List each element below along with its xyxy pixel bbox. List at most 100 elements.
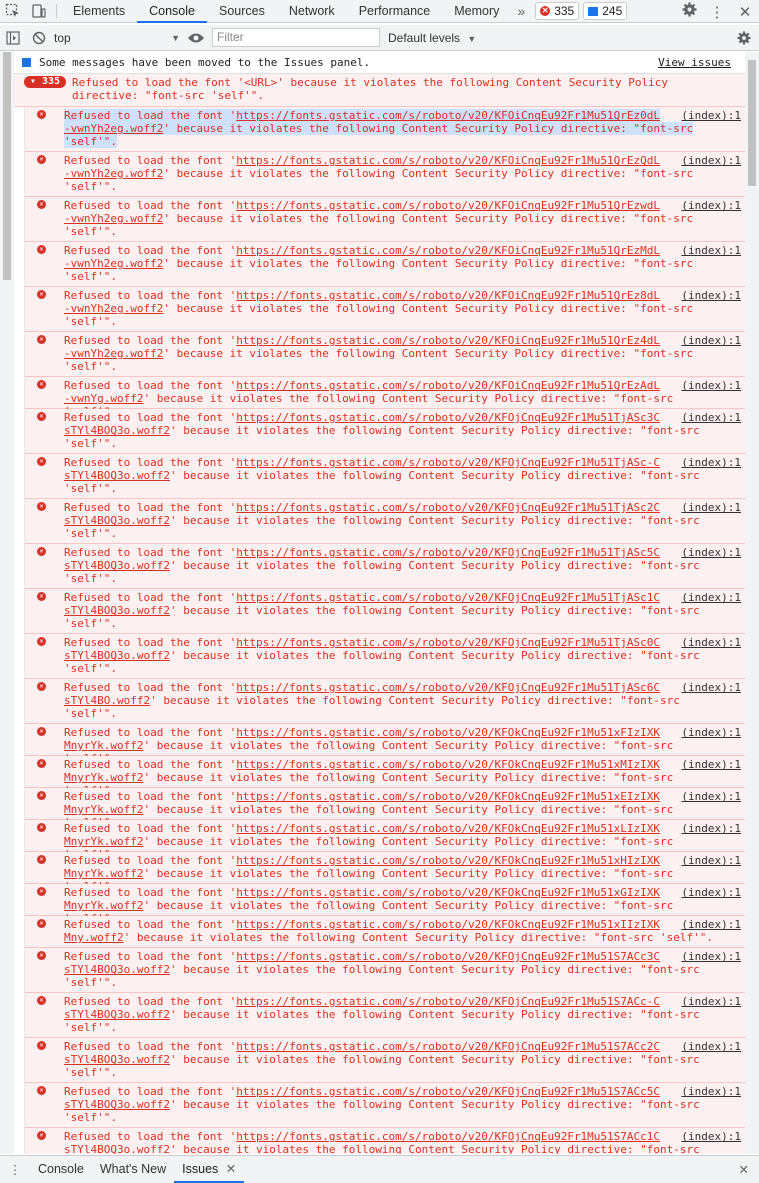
font-url-link-cont[interactable]: -vwnYg.woff2 (64, 392, 143, 405)
font-url-link-cont[interactable]: sTYl4BOQ3o.woff2 (64, 514, 170, 527)
font-url-link[interactable]: https://fonts.gstatic.com/s/roboto/v20/K… (236, 950, 660, 963)
right-scrollbar-thumb[interactable] (748, 60, 756, 186)
font-url-link-cont[interactable]: sTYl4BOQ3o.woff2 (64, 604, 170, 617)
source-link[interactable]: (index):1 (681, 244, 741, 257)
font-url-link-cont[interactable]: sTYl4BOQ3o.woff2 (64, 1008, 170, 1021)
font-url-link[interactable]: https://fonts.gstatic.com/s/roboto/v20/K… (236, 244, 660, 257)
tab-sources[interactable]: Sources (207, 0, 277, 23)
font-url-link-cont[interactable]: MnyrYk.woff2 (64, 739, 143, 752)
source-link[interactable]: (index):1 (681, 636, 741, 649)
left-scrollbar[interactable] (0, 52, 14, 1154)
font-url-link-cont[interactable]: sTYl4BO.woff2 (64, 694, 150, 707)
font-url-link[interactable]: https://fonts.gstatic.com/s/roboto/v20/K… (236, 726, 660, 739)
font-url-link[interactable]: https://fonts.gstatic.com/s/roboto/v20/K… (236, 334, 660, 347)
source-link[interactable]: (index):1 (681, 995, 741, 1008)
font-url-link[interactable]: https://fonts.gstatic.com/s/roboto/v20/K… (236, 995, 660, 1008)
font-url-link[interactable]: https://fonts.gstatic.com/s/roboto/v20/K… (236, 591, 660, 604)
kebab-menu-icon[interactable]: ⋮ (703, 3, 731, 21)
console-error-row[interactable]: ✕ (index):1 Refused to load the font 'http… (24, 409, 745, 454)
settings-gear-icon[interactable] (675, 2, 703, 21)
source-link[interactable]: (index):1 (681, 154, 741, 167)
console-error-row[interactable]: ✕ (index):1 Refused to load the font 'http… (24, 916, 745, 948)
font-url-link-cont[interactable]: sTYl4BOQ3o.woff2 (64, 469, 170, 482)
source-link[interactable]: (index):1 (681, 758, 741, 771)
console-error-row[interactable]: ✕ (index):1 Refused to load the font 'http… (24, 107, 745, 152)
console-error-row[interactable]: ✕ (index):1 Refused to load the font 'http… (24, 724, 745, 765)
font-url-link[interactable]: https://fonts.gstatic.com/s/roboto/v20/K… (236, 636, 660, 649)
source-link[interactable]: (index):1 (681, 334, 741, 347)
console-error-row[interactable]: ✕ (index):1 Refused to load the font 'http… (24, 948, 745, 993)
console-error-row[interactable]: ✕ (index):1 Refused to load the font 'http… (24, 788, 745, 829)
font-url-link[interactable]: https://fonts.gstatic.com/s/roboto/v20/K… (236, 1130, 660, 1143)
log-levels-dropdown[interactable]: Default levels ▼ (388, 31, 476, 45)
console-error-row[interactable]: ✕ (index):1 Refused to load the font 'http… (24, 242, 745, 287)
font-url-link-cont[interactable]: sTYl4BOQ3o.woff2 (64, 963, 170, 976)
source-link[interactable]: (index):1 (681, 109, 741, 122)
font-url-link-cont[interactable]: MnyrYk.woff2 (64, 803, 143, 816)
console-error-row[interactable]: ✕ (index):1 Refused to load the font 'http… (24, 679, 745, 724)
console-error-row[interactable]: ✕ (index):1 Refused to load the font 'http… (24, 820, 745, 861)
inspect-element-icon[interactable] (0, 0, 26, 23)
clear-console-icon[interactable] (26, 25, 52, 51)
source-link[interactable]: (index):1 (681, 681, 741, 694)
source-link[interactable]: (index):1 (681, 411, 741, 424)
source-link[interactable]: (index):1 (681, 886, 741, 899)
source-link[interactable]: (index):1 (681, 854, 741, 867)
console-error-row[interactable]: ✕ (index):1 Refused to load the font 'http… (24, 1083, 745, 1128)
source-link[interactable]: (index):1 (681, 822, 741, 835)
source-link[interactable]: (index):1 (681, 1040, 741, 1053)
font-url-link[interactable]: https://fonts.gstatic.com/s/roboto/v20/K… (236, 1085, 660, 1098)
tab-memory[interactable]: Memory (442, 0, 511, 23)
font-url-link-cont[interactable]: -vwnYh2eg.woff2 (64, 257, 163, 270)
context-selector[interactable]: top ▼ (52, 28, 184, 48)
console-error-row[interactable]: ✕ (index):1 Refused to load the font 'http… (24, 634, 745, 679)
font-url-link[interactable]: https://fonts.gstatic.com/s/roboto/v20/K… (236, 758, 660, 771)
tab-performance[interactable]: Performance (347, 0, 443, 23)
font-url-link[interactable]: https://fonts.gstatic.com/s/roboto/v20/K… (236, 199, 660, 212)
console-error-row[interactable]: ✕ (index):1 Refused to load the font 'http… (24, 884, 745, 925)
drawer-tab-issues[interactable]: Issues ✕ (174, 1156, 245, 1183)
console-error-row[interactable]: ✕ (index):1 Refused to load the font 'http… (24, 332, 745, 377)
drawer-tab-whats-new[interactable]: What's New (92, 1156, 174, 1183)
source-link[interactable]: (index):1 (681, 546, 741, 559)
source-link[interactable]: (index):1 (681, 726, 741, 739)
console-error-row[interactable]: ✕ (index):1 Refused to load the font 'http… (24, 1038, 745, 1083)
console-error-row[interactable]: ✕ (index):1 Refused to load the font 'http… (24, 377, 745, 418)
font-url-link-cont[interactable]: sTYl4BOQ3o.woff2 (64, 1143, 170, 1154)
drawer-tab-console[interactable]: Console (30, 1156, 92, 1183)
font-url-link[interactable]: https://fonts.gstatic.com/s/roboto/v20/K… (236, 918, 660, 931)
close-devtools-icon[interactable]: ✕ (731, 3, 759, 21)
tab-console[interactable]: Console (137, 0, 207, 23)
message-count-badge[interactable]: 245 (583, 2, 628, 20)
font-url-link[interactable]: https://fonts.gstatic.com/s/roboto/v20/K… (236, 379, 660, 392)
view-issues-link[interactable]: View issues (658, 56, 731, 69)
console-error-row[interactable]: ✕ (index):1 Refused to load the font 'http… (24, 589, 745, 634)
font-url-link-cont[interactable]: MnyrYk.woff2 (64, 771, 143, 784)
source-link[interactable]: (index):1 (681, 289, 741, 302)
font-url-link-cont[interactable]: -vwnYh2eg.woff2 (64, 167, 163, 180)
filter-input[interactable]: Filter (212, 28, 380, 47)
source-link[interactable]: (index):1 (681, 456, 741, 469)
font-url-link-cont[interactable]: -vwnYh2eg.woff2 (64, 347, 163, 360)
source-link[interactable]: (index):1 (681, 1130, 741, 1143)
font-url-link-cont[interactable]: sTYl4BOQ3o.woff2 (64, 1053, 170, 1066)
source-link[interactable]: (index):1 (681, 199, 741, 212)
console-error-row[interactable]: ✕ (index):1 Refused to load the font 'http… (24, 499, 745, 544)
font-url-link[interactable]: https://fonts.gstatic.com/s/roboto/v20/K… (236, 854, 660, 867)
source-link[interactable]: (index):1 (681, 950, 741, 963)
font-url-link[interactable]: https://fonts.gstatic.com/s/roboto/v20/K… (236, 1040, 660, 1053)
source-link[interactable]: (index):1 (681, 918, 741, 931)
font-url-link[interactable]: https://fonts.gstatic.com/s/roboto/v20/K… (236, 501, 660, 514)
font-url-link-cont[interactable]: -vwnYh2eg.woff2 (64, 212, 163, 225)
font-url-link-cont[interactable]: sTYl4BOQ3o.woff2 (64, 649, 170, 662)
more-tabs-icon[interactable]: » (511, 3, 531, 19)
font-url-link[interactable]: https://fonts.gstatic.com/s/roboto/v20/K… (236, 456, 660, 469)
font-url-link-cont[interactable]: sTYl4BOQ3o.woff2 (64, 559, 170, 572)
font-url-link-cont[interactable]: MnyrYk.woff2 (64, 835, 143, 848)
font-url-link-cont[interactable]: Mny.woff2 (64, 931, 124, 944)
console-error-row[interactable]: ✕ (index):1 Refused to load the font 'http… (24, 197, 745, 242)
source-link[interactable]: (index):1 (681, 790, 741, 803)
font-url-link-cont[interactable]: -vwnYh2eg.woff2 (64, 302, 163, 315)
console-error-row[interactable]: ✕ (index):1 Refused to load the font 'http… (24, 993, 745, 1038)
source-link[interactable]: (index):1 (681, 379, 741, 392)
